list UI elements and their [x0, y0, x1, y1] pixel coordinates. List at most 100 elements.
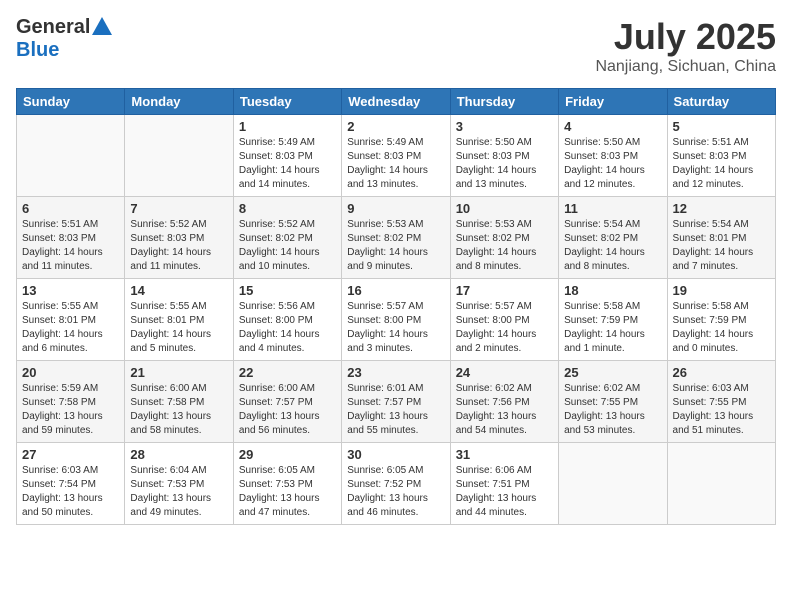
day-number: 5 [673, 119, 770, 134]
day-number: 12 [673, 201, 770, 216]
day-number: 23 [347, 365, 444, 380]
day-number: 18 [564, 283, 661, 298]
day-info: Sunrise: 6:04 AM Sunset: 7:53 PM Dayligh… [130, 464, 227, 520]
calendar-cell: 20 Sunrise: 5:59 AM Sunset: 7:58 PM Dayli… [17, 361, 125, 443]
day-number: 22 [239, 365, 336, 380]
calendar-cell: 6 Sunrise: 5:51 AM Sunset: 8:03 PM Daylig… [17, 197, 125, 279]
day-info: Sunrise: 5:58 AM Sunset: 7:59 PM Dayligh… [564, 300, 661, 356]
day-number: 14 [130, 283, 227, 298]
day-info: Sunrise: 5:53 AM Sunset: 8:02 PM Dayligh… [347, 218, 444, 274]
day-info: Sunrise: 6:03 AM Sunset: 7:54 PM Dayligh… [22, 464, 119, 520]
day-number: 21 [130, 365, 227, 380]
calendar-cell: 31 Sunrise: 6:06 AM Sunset: 7:51 PM Dayli… [450, 443, 558, 525]
calendar-cell: 11 Sunrise: 5:54 AM Sunset: 8:02 PM Dayli… [559, 197, 667, 279]
calendar-week-row: 1Sunrise: 5:49 AM Sunset: 8:03 PM Daylig… [17, 115, 776, 197]
day-info: Sunrise: 6:03 AM Sunset: 7:55 PM Dayligh… [673, 382, 770, 438]
calendar-cell: 22 Sunrise: 6:00 AM Sunset: 7:57 PM Dayli… [233, 361, 341, 443]
calendar-cell: 17 Sunrise: 5:57 AM Sunset: 8:00 PM Dayli… [450, 279, 558, 361]
day-info: Sunrise: 6:01 AM Sunset: 7:57 PM Dayligh… [347, 382, 444, 438]
calendar-cell: 2Sunrise: 5:49 AM Sunset: 8:03 PM Daylig… [342, 115, 450, 197]
day-info: Sunrise: 5:51 AM Sunset: 8:03 PM Dayligh… [673, 136, 770, 192]
calendar-cell: 14 Sunrise: 5:55 AM Sunset: 8:01 PM Dayli… [125, 279, 233, 361]
day-number: 6 [22, 201, 119, 216]
day-info: Sunrise: 5:57 AM Sunset: 8:00 PM Dayligh… [456, 300, 553, 356]
day-info: Sunrise: 5:50 AM Sunset: 8:03 PM Dayligh… [456, 136, 553, 192]
day-info: Sunrise: 5:49 AM Sunset: 8:03 PM Dayligh… [347, 136, 444, 192]
day-number: 11 [564, 201, 661, 216]
day-number: 7 [130, 201, 227, 216]
day-number: 30 [347, 447, 444, 462]
day-info: Sunrise: 5:50 AM Sunset: 8:03 PM Dayligh… [564, 136, 661, 192]
calendar-cell: 16Sunrise: 5:57 AM Sunset: 8:00 PM Dayli… [342, 279, 450, 361]
day-number: 24 [456, 365, 553, 380]
calendar-week-row: 20 Sunrise: 5:59 AM Sunset: 7:58 PM Dayli… [17, 361, 776, 443]
day-info: Sunrise: 5:54 AM Sunset: 8:02 PM Dayligh… [564, 218, 661, 274]
calendar-table: SundayMondayTuesdayWednesdayThursdayFrid… [16, 88, 776, 525]
calendar-week-row: 13 Sunrise: 5:55 AM Sunset: 8:01 PM Dayli… [17, 279, 776, 361]
day-info: Sunrise: 5:51 AM Sunset: 8:03 PM Dayligh… [22, 218, 119, 274]
day-number: 19 [673, 283, 770, 298]
day-info: Sunrise: 5:52 AM Sunset: 8:03 PM Dayligh… [130, 218, 227, 274]
calendar-cell: 1Sunrise: 5:49 AM Sunset: 8:03 PM Daylig… [233, 115, 341, 197]
calendar-cell: 25 Sunrise: 6:02 AM Sunset: 7:55 PM Dayli… [559, 361, 667, 443]
calendar-cell: 24 Sunrise: 6:02 AM Sunset: 7:56 PM Dayli… [450, 361, 558, 443]
calendar-cell: 10 Sunrise: 5:53 AM Sunset: 8:02 PM Dayli… [450, 197, 558, 279]
weekday-header-sunday: Sunday [17, 89, 125, 115]
weekday-header-friday: Friday [559, 89, 667, 115]
day-number: 8 [239, 201, 336, 216]
day-number: 25 [564, 365, 661, 380]
calendar-cell: 9Sunrise: 5:53 AM Sunset: 8:02 PM Daylig… [342, 197, 450, 279]
calendar-cell: 18 Sunrise: 5:58 AM Sunset: 7:59 PM Dayli… [559, 279, 667, 361]
day-number: 4 [564, 119, 661, 134]
day-info: Sunrise: 5:55 AM Sunset: 8:01 PM Dayligh… [22, 300, 119, 356]
calendar-cell: 4 Sunrise: 5:50 AM Sunset: 8:03 PM Daylig… [559, 115, 667, 197]
day-number: 17 [456, 283, 553, 298]
day-number: 26 [673, 365, 770, 380]
calendar-cell: 13 Sunrise: 5:55 AM Sunset: 8:01 PM Dayli… [17, 279, 125, 361]
day-info: Sunrise: 5:58 AM Sunset: 7:59 PM Dayligh… [673, 300, 770, 356]
day-info: Sunrise: 5:52 AM Sunset: 8:02 PM Dayligh… [239, 218, 336, 274]
calendar-cell: 3 Sunrise: 5:50 AM Sunset: 8:03 PM Daylig… [450, 115, 558, 197]
calendar-cell [559, 443, 667, 525]
calendar-cell: 7 Sunrise: 5:52 AM Sunset: 8:03 PM Daylig… [125, 197, 233, 279]
calendar-cell [667, 443, 775, 525]
day-info: Sunrise: 6:06 AM Sunset: 7:51 PM Dayligh… [456, 464, 553, 520]
day-number: 31 [456, 447, 553, 462]
day-info: Sunrise: 6:05 AM Sunset: 7:52 PM Dayligh… [347, 464, 444, 520]
day-number: 3 [456, 119, 553, 134]
calendar-cell: 28 Sunrise: 6:04 AM Sunset: 7:53 PM Dayli… [125, 443, 233, 525]
day-info: Sunrise: 6:02 AM Sunset: 7:55 PM Dayligh… [564, 382, 661, 438]
weekday-header-thursday: Thursday [450, 89, 558, 115]
day-info: Sunrise: 6:05 AM Sunset: 7:53 PM Dayligh… [239, 464, 336, 520]
location-title: Nanjiang, Sichuan, China [595, 58, 776, 76]
calendar-cell: 27Sunrise: 6:03 AM Sunset: 7:54 PM Dayli… [17, 443, 125, 525]
title-block: July 2025 Nanjiang, Sichuan, China [595, 16, 776, 76]
day-info: Sunrise: 5:53 AM Sunset: 8:02 PM Dayligh… [456, 218, 553, 274]
day-number: 20 [22, 365, 119, 380]
weekday-header-monday: Monday [125, 89, 233, 115]
calendar-cell: 15 Sunrise: 5:56 AM Sunset: 8:00 PM Dayli… [233, 279, 341, 361]
logo-triangle-icon [92, 17, 112, 35]
day-number: 13 [22, 283, 119, 298]
calendar-cell: 8 Sunrise: 5:52 AM Sunset: 8:02 PM Daylig… [233, 197, 341, 279]
day-number: 29 [239, 447, 336, 462]
day-info: Sunrise: 6:02 AM Sunset: 7:56 PM Dayligh… [456, 382, 553, 438]
weekday-header-row: SundayMondayTuesdayWednesdayThursdayFrid… [17, 89, 776, 115]
calendar-cell: 29 Sunrise: 6:05 AM Sunset: 7:53 PM Dayli… [233, 443, 341, 525]
calendar-week-row: 6 Sunrise: 5:51 AM Sunset: 8:03 PM Daylig… [17, 197, 776, 279]
calendar-cell [125, 115, 233, 197]
logo-blue-text: Blue [16, 39, 59, 62]
day-info: Sunrise: 5:56 AM Sunset: 8:00 PM Dayligh… [239, 300, 336, 356]
day-number: 15 [239, 283, 336, 298]
weekday-header-saturday: Saturday [667, 89, 775, 115]
day-number: 28 [130, 447, 227, 462]
day-info: Sunrise: 6:00 AM Sunset: 7:57 PM Dayligh… [239, 382, 336, 438]
day-number: 10 [456, 201, 553, 216]
day-info: Sunrise: 5:59 AM Sunset: 7:58 PM Dayligh… [22, 382, 119, 438]
day-info: Sunrise: 6:00 AM Sunset: 7:58 PM Dayligh… [130, 382, 227, 438]
calendar-cell [17, 115, 125, 197]
day-info: Sunrise: 5:55 AM Sunset: 8:01 PM Dayligh… [130, 300, 227, 356]
day-number: 16 [347, 283, 444, 298]
calendar-cell: 5 Sunrise: 5:51 AM Sunset: 8:03 PM Daylig… [667, 115, 775, 197]
calendar-cell: 30 Sunrise: 6:05 AM Sunset: 7:52 PM Dayli… [342, 443, 450, 525]
